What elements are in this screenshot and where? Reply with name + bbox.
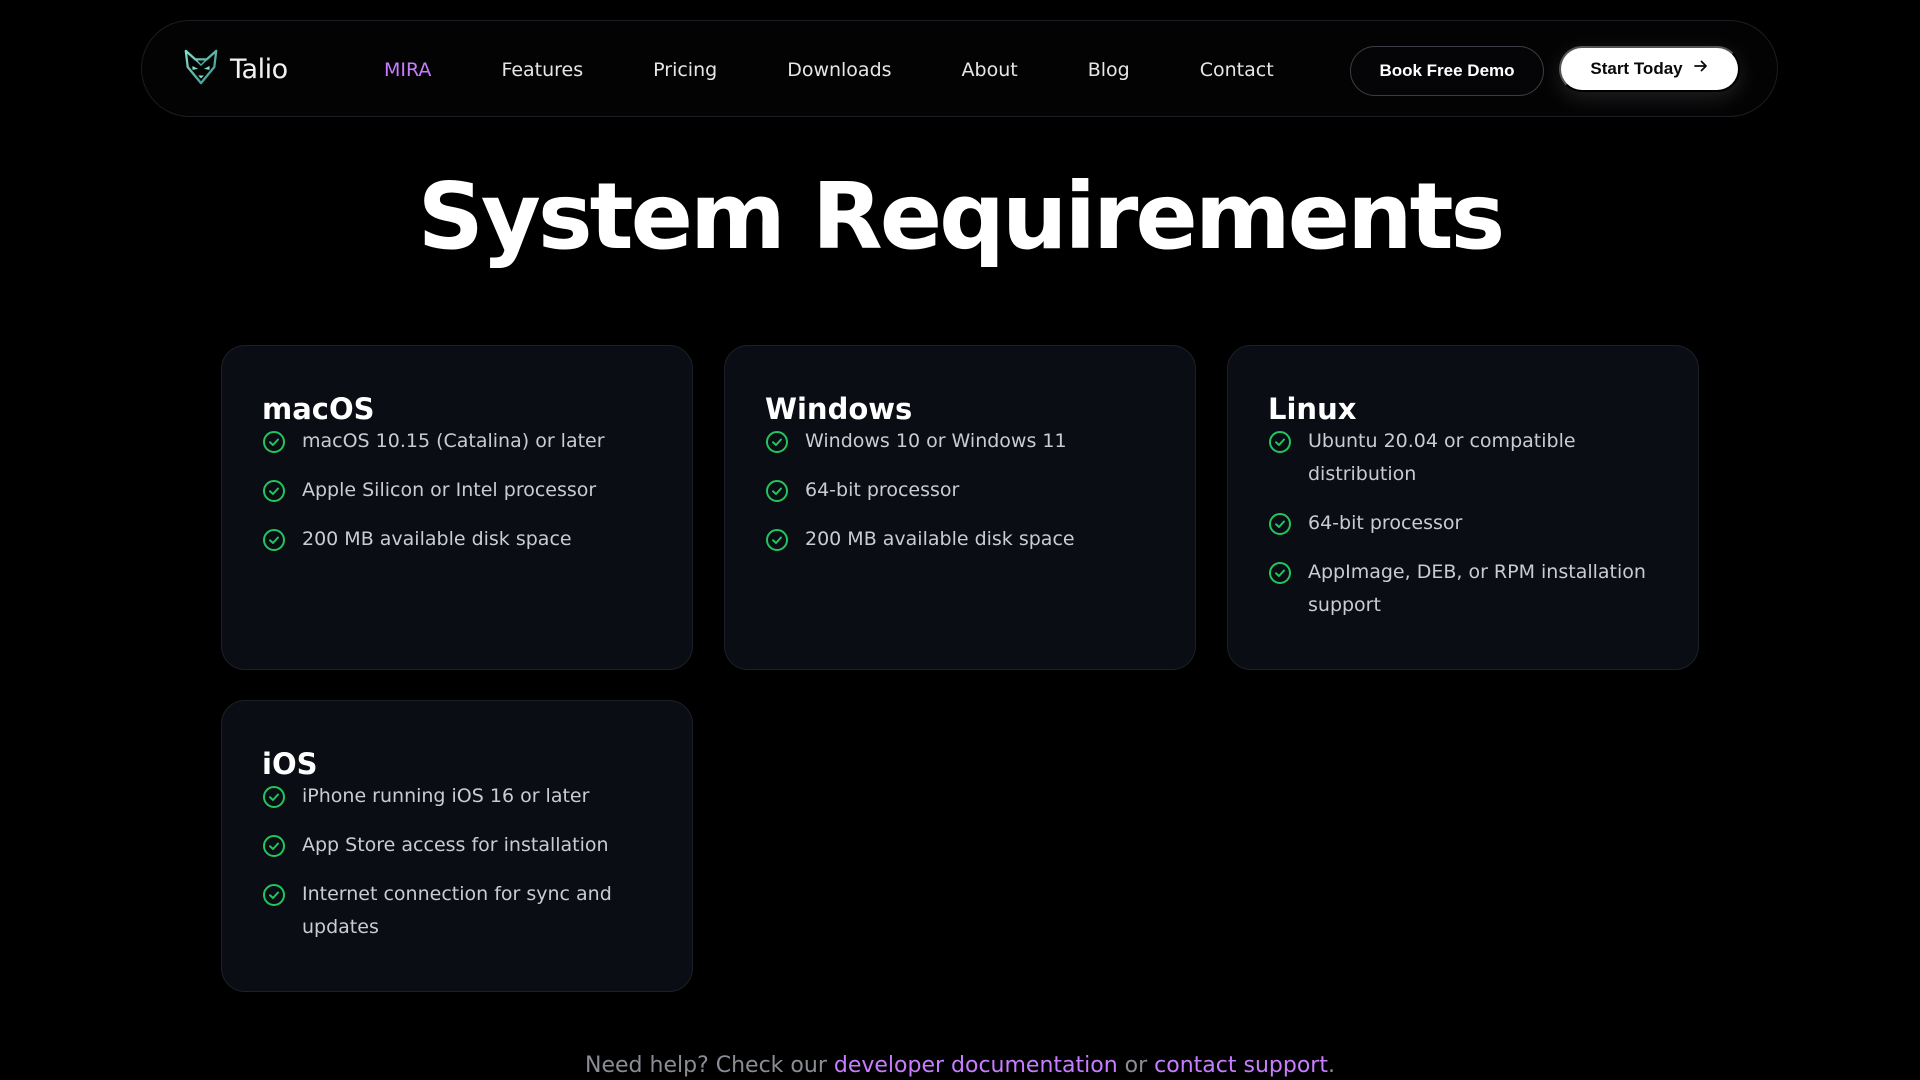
check-circle-icon xyxy=(262,883,286,907)
requirements-list: Windows 10 or Windows 11 64-bit processo… xyxy=(765,429,1155,556)
nav-link-mira[interactable]: MIRA xyxy=(384,59,431,81)
nav-link-contact[interactable]: Contact xyxy=(1200,59,1274,81)
check-circle-icon xyxy=(765,479,789,503)
book-demo-label: Book Free Demo xyxy=(1379,61,1515,80)
requirement-item: App Store access for installation xyxy=(262,833,652,862)
help-text: Need help? Check our developer documenta… xyxy=(0,1053,1920,1078)
check-circle-icon xyxy=(1268,512,1292,536)
check-circle-icon xyxy=(262,785,286,809)
requirement-item: 64-bit processor xyxy=(1268,511,1658,540)
requirement-text: AppImage, DEB, or RPM installation suppo… xyxy=(1308,561,1646,616)
developer-documentation-link[interactable]: developer documentation xyxy=(834,1053,1118,1078)
requirement-item: iPhone running iOS 16 or later xyxy=(262,784,652,813)
help-middle: or xyxy=(1117,1053,1155,1078)
card-title: Windows xyxy=(765,392,913,426)
page-title: System Requirements xyxy=(417,163,1506,270)
navbar: Talio MIRA Features Pricing Downloads Ab… xyxy=(141,20,1778,117)
start-today-button[interactable]: Start Today xyxy=(1559,46,1740,92)
requirement-text: macOS 10.15 (Catalina) or later xyxy=(302,430,605,452)
nav-link-downloads[interactable]: Downloads xyxy=(787,59,891,81)
help-suffix: . xyxy=(1327,1053,1335,1078)
card-title: macOS xyxy=(262,392,375,426)
card-ios: iOS iPhone running iOS 16 or later App S… xyxy=(221,700,693,992)
requirements-list: Ubuntu 20.04 or compatible distribution … xyxy=(1268,429,1658,622)
check-circle-icon xyxy=(262,834,286,858)
nav-links: MIRA Features Pricing Downloads About Bl… xyxy=(384,21,1344,118)
requirement-item: 200 MB available disk space xyxy=(765,527,1155,556)
requirement-item: Ubuntu 20.04 or compatible distribution xyxy=(1268,429,1658,491)
check-circle-icon xyxy=(262,430,286,454)
card-title: iOS xyxy=(262,747,318,781)
logo-text: Talio xyxy=(230,53,288,85)
requirement-item: Windows 10 or Windows 11 xyxy=(765,429,1155,458)
requirement-item: Apple Silicon or Intel processor xyxy=(262,478,652,507)
requirement-text: Apple Silicon or Intel processor xyxy=(302,479,597,501)
fox-logo-icon xyxy=(182,48,220,90)
nav-link-pricing[interactable]: Pricing xyxy=(653,59,717,81)
page: Talio MIRA Features Pricing Downloads Ab… xyxy=(0,0,1920,1080)
requirement-item: macOS 10.15 (Catalina) or later xyxy=(262,429,652,458)
requirement-text: 64-bit processor xyxy=(1308,512,1463,534)
nav-link-blog[interactable]: Blog xyxy=(1088,59,1130,81)
requirement-text: Internet connection for sync and updates xyxy=(302,883,612,938)
start-today-label: Start Today xyxy=(1590,59,1683,78)
nav-link-features[interactable]: Features xyxy=(501,59,583,81)
card-windows: Windows Windows 10 or Windows 11 64-bit … xyxy=(724,345,1196,670)
requirement-item: 200 MB available disk space xyxy=(262,527,652,556)
check-circle-icon xyxy=(262,528,286,552)
requirements-list: iPhone running iOS 16 or later App Store… xyxy=(262,784,652,944)
check-circle-icon xyxy=(1268,561,1292,585)
card-macos: macOS macOS 10.15 (Catalina) or later Ap… xyxy=(221,345,693,670)
requirement-text: Windows 10 or Windows 11 xyxy=(805,430,1067,452)
check-circle-icon xyxy=(765,528,789,552)
requirement-text: 64-bit processor xyxy=(805,479,960,501)
help-prefix: Need help? Check our xyxy=(585,1053,834,1078)
requirements-list: macOS 10.15 (Catalina) or later Apple Si… xyxy=(262,429,652,556)
logo[interactable]: Talio xyxy=(182,48,288,90)
book-demo-button[interactable]: Book Free Demo xyxy=(1350,46,1544,96)
nav-link-about[interactable]: About xyxy=(962,59,1018,81)
requirement-text: iPhone running iOS 16 or later xyxy=(302,785,590,807)
check-circle-icon xyxy=(1268,430,1292,454)
requirement-item: 64-bit processor xyxy=(765,478,1155,507)
requirement-text: Ubuntu 20.04 or compatible distribution xyxy=(1308,430,1576,485)
arrow-right-icon xyxy=(1693,58,1709,80)
requirement-text: App Store access for installation xyxy=(302,834,609,856)
requirement-text: 200 MB available disk space xyxy=(302,528,572,550)
requirement-item: AppImage, DEB, or RPM installation suppo… xyxy=(1268,560,1658,622)
requirement-text: 200 MB available disk space xyxy=(805,528,1075,550)
contact-support-link[interactable]: contact support xyxy=(1154,1053,1328,1078)
card-title: Linux xyxy=(1268,392,1357,426)
check-circle-icon xyxy=(262,479,286,503)
requirement-item: Internet connection for sync and updates xyxy=(262,882,652,944)
check-circle-icon xyxy=(765,430,789,454)
card-linux: Linux Ubuntu 20.04 or compatible distrib… xyxy=(1227,345,1699,670)
